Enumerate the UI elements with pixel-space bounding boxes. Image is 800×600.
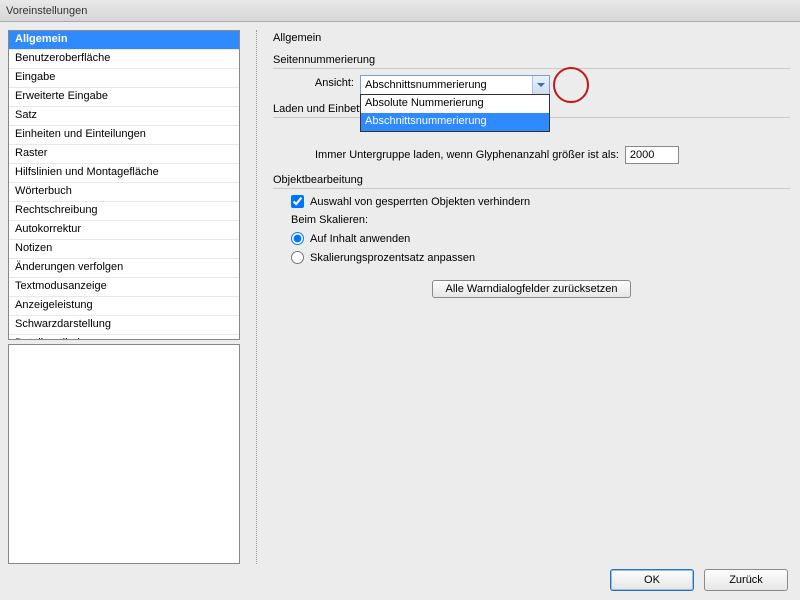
view-label: Ansicht: (295, 75, 360, 89)
back-button[interactable]: Zurück (704, 569, 788, 591)
prevent-locked-label[interactable]: Auswahl von gesperrten Objekten verhinde… (310, 196, 530, 208)
scale-content-radio[interactable] (291, 232, 304, 245)
highlight-ring-annotation (553, 67, 589, 103)
reset-warnings-button[interactable]: Alle Warndialogfelder zurücksetzen (432, 280, 630, 298)
scale-percent-row: Skalierungsprozentsatz anpassen (291, 251, 790, 264)
category-list[interactable]: AllgemeinBenutzeroberflächeEingabeErweit… (8, 30, 240, 340)
sidebar-item[interactable]: Hilfslinien und Montagefläche (9, 164, 239, 183)
vertical-divider (256, 30, 257, 564)
sidebar-preview-box (8, 344, 240, 564)
scale-content-row: Auf Inhalt anwenden (291, 232, 790, 245)
prevent-locked-row: Auswahl von gesperrten Objekten verhinde… (291, 195, 790, 208)
dropdown-button[interactable] (532, 76, 549, 94)
subset-row: Immer Untergruppe laden, wenn Glyphenanz… (315, 146, 790, 164)
sidebar-item[interactable]: Änderungen verfolgen (9, 259, 239, 278)
page-numbering-label: Seitennummerierung (273, 54, 790, 66)
view-dropdown[interactable]: Abschnittsnummerierung (360, 75, 550, 95)
chevron-down-icon (537, 83, 545, 87)
sidebar-item[interactable]: Satz (9, 107, 239, 126)
sidebar-item[interactable]: Autokorrektur (9, 221, 239, 240)
sidebar-item[interactable]: Wörterbuch (9, 183, 239, 202)
group-divider (273, 68, 790, 69)
sidebar-item[interactable]: Notizen (9, 240, 239, 259)
dropdown-option[interactable]: Abschnittsnummerierung (361, 113, 549, 131)
window-titlebar: Voreinstellungen (0, 0, 800, 22)
ok-button[interactable]: OK (610, 569, 694, 591)
view-dropdown-list[interactable]: Absolute NummerierungAbschnittsnummerier… (360, 94, 550, 132)
object-editing-label: Objektbearbeitung (273, 174, 790, 186)
sidebar-item[interactable]: Textmodusanzeige (9, 278, 239, 297)
scaling-label: Beim Skalieren: (291, 214, 790, 226)
view-dropdown-wrap: Abschnittsnummerierung Absolute Nummerie… (360, 75, 550, 95)
sidebar-column: AllgemeinBenutzeroberflächeEingabeErweit… (8, 30, 240, 564)
reset-row: Alle Warndialogfelder zurücksetzen (273, 280, 790, 298)
group-divider (273, 188, 790, 189)
window-title: Voreinstellungen (6, 5, 87, 17)
scale-content-label[interactable]: Auf Inhalt anwenden (310, 233, 410, 245)
subset-label: Immer Untergruppe laden, wenn Glyphenanz… (315, 149, 619, 161)
scale-percent-radio[interactable] (291, 251, 304, 264)
subset-threshold-input[interactable] (625, 146, 679, 164)
sidebar-item[interactable]: Erweiterte Eingabe (9, 88, 239, 107)
sidebar-item[interactable]: Rechtschreibung (9, 202, 239, 221)
panel-heading: Allgemein (273, 32, 790, 44)
dialog-body: AllgemeinBenutzeroberflächeEingabeErweit… (0, 22, 800, 566)
dialog-footer: OK Zurück (0, 566, 800, 600)
prevent-locked-checkbox[interactable] (291, 195, 304, 208)
sidebar-item[interactable]: Eingabe (9, 69, 239, 88)
page-numbering-group: Seitennummerierung Ansicht: Abschnittsnu… (273, 54, 790, 95)
sidebar-item[interactable]: Dateihandhabung (9, 335, 239, 340)
sidebar-item[interactable]: Raster (9, 145, 239, 164)
dropdown-option[interactable]: Absolute Nummerierung (361, 95, 549, 113)
view-field-row: Ansicht: Abschnittsnummerierung Absolute… (295, 75, 790, 95)
main-panel: Allgemein Seitennummerierung Ansicht: Ab… (273, 30, 790, 564)
sidebar-item[interactable]: Einheiten und Einteilungen (9, 126, 239, 145)
view-dropdown-value: Abschnittsnummerierung (365, 79, 487, 91)
sidebar-item[interactable]: Schwarzdarstellung (9, 316, 239, 335)
sidebar-item[interactable]: Allgemein (9, 31, 239, 50)
preferences-window: Voreinstellungen AllgemeinBenutzeroberfl… (0, 0, 800, 600)
sidebar-item[interactable]: Anzeigeleistung (9, 297, 239, 316)
scale-percent-label[interactable]: Skalierungsprozentsatz anpassen (310, 252, 475, 264)
sidebar-item[interactable]: Benutzeroberfläche (9, 50, 239, 69)
object-editing-group: Objektbearbeitung Auswahl von gesperrten… (273, 174, 790, 264)
